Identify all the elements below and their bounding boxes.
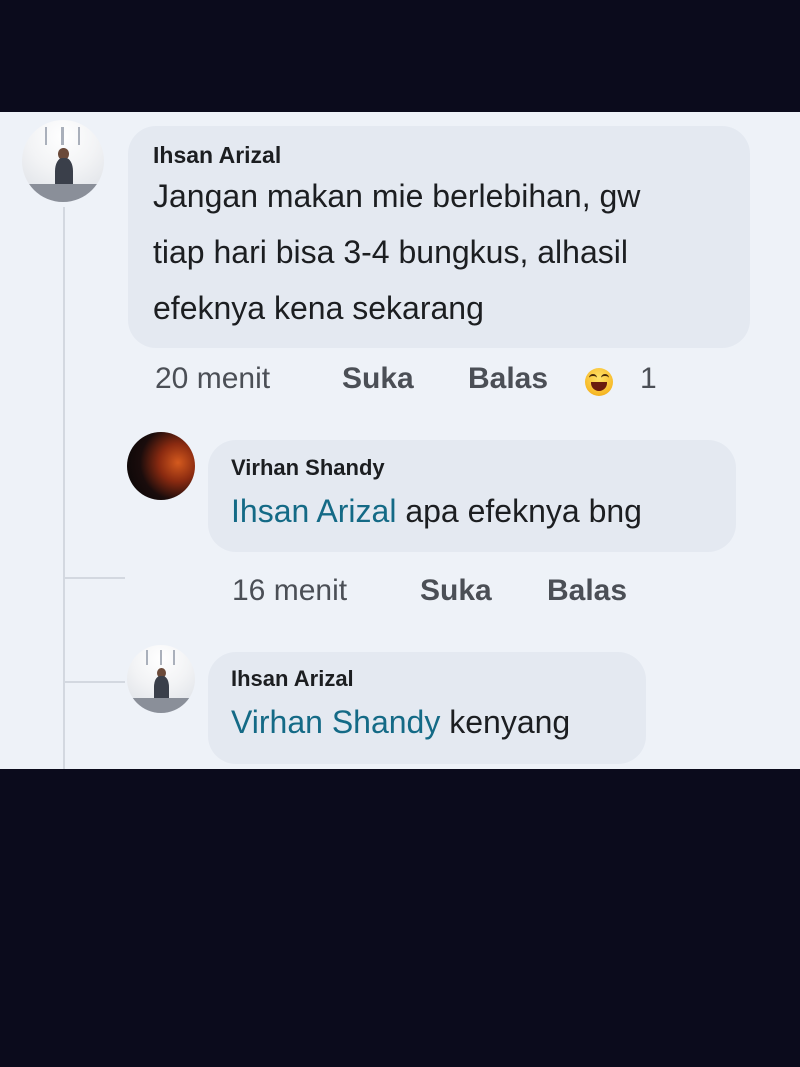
reply-bubble: Ihsan Arizal Virhan Shandy kenyang — [208, 652, 646, 764]
reply-text: Virhan Shandy kenyang — [231, 704, 570, 741]
reply-message: apa efeknya bng — [396, 493, 642, 529]
laughing-emoji-icon[interactable] — [585, 368, 613, 396]
like-button[interactable]: Suka — [420, 574, 492, 608]
comment-thread: Ihsan Arizal Jangan makan mie berlebihan… — [0, 112, 800, 769]
mention-link[interactable]: Ihsan Arizal — [231, 493, 396, 529]
reaction-count[interactable]: 1 — [640, 362, 657, 396]
reply-author-name[interactable]: Virhan Shandy — [231, 455, 385, 481]
reply-bubble: Virhan Shandy Ihsan Arizal apa efeknya b… — [208, 440, 736, 552]
reply-button[interactable]: Balas — [468, 362, 548, 396]
comment-text-line: efeknya kena sekarang — [153, 290, 484, 326]
reply-button[interactable]: Balas — [547, 574, 627, 608]
reply-timestamp: 16 menit — [232, 574, 348, 607]
reply-branch-line — [63, 681, 125, 683]
comment-timestamp: 20 menit — [155, 362, 271, 395]
reply-message: kenyang — [440, 704, 571, 740]
mention-link[interactable]: Virhan Shandy — [231, 704, 440, 740]
thread-line — [63, 207, 65, 769]
comment-bubble: Ihsan Arizal Jangan makan mie berlebihan… — [128, 126, 750, 348]
avatar[interactable] — [22, 120, 104, 202]
comment-author-name[interactable]: Ihsan Arizal — [153, 142, 281, 169]
like-button[interactable]: Suka — [342, 362, 414, 396]
reply-text: Ihsan Arizal apa efeknya bng — [231, 493, 642, 530]
comment-text-line: tiap hari bisa 3-4 bungkus, alhasil — [153, 234, 628, 270]
reply-author-name[interactable]: Ihsan Arizal — [231, 666, 354, 692]
avatar[interactable] — [127, 645, 195, 713]
comment-text-line: Jangan makan mie berlebihan, gw — [153, 178, 641, 214]
reply-branch-line — [63, 577, 125, 579]
avatar[interactable] — [127, 432, 195, 500]
